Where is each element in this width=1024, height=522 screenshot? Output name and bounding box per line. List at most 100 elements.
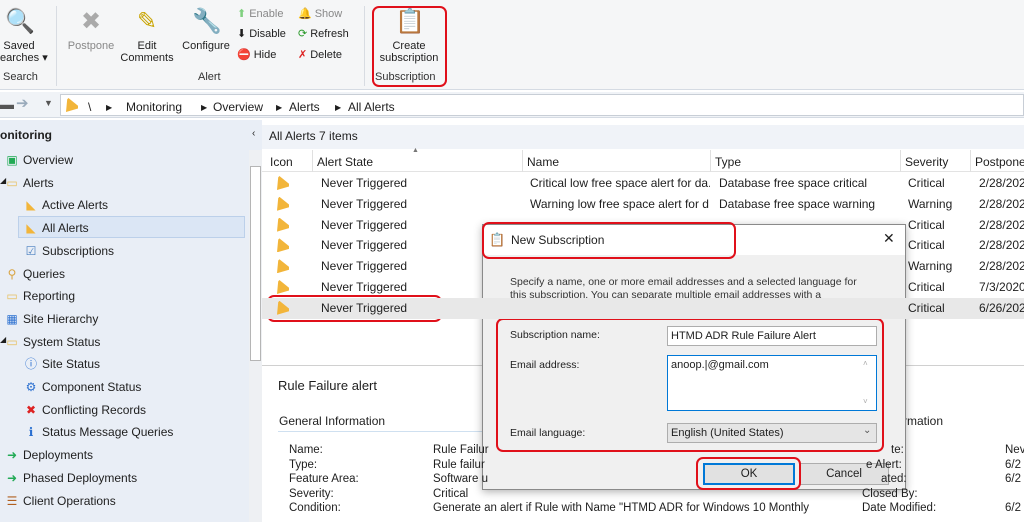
chevron-right-icon: ▶ — [201, 103, 208, 112]
sidebar-item-site-status[interactable]: ⓘ Site Status — [24, 357, 100, 371]
folder-icon: ▭ — [6, 334, 18, 349]
sidebar-item-label: Reporting — [23, 289, 76, 304]
hide-bell-icon: ⛔ — [237, 49, 251, 61]
sidebar-item-alerts[interactable]: ▭ Alerts — [5, 175, 54, 190]
sidebar-item-overview[interactable]: ▣ Overview — [5, 153, 73, 167]
cell-postpone: 2/28/202 — [979, 259, 1024, 274]
sidebar-item-system-status[interactable]: ▭ System Status — [5, 335, 100, 349]
hide-button[interactable]: ⛔ Hide — [237, 48, 276, 62]
enable-button[interactable]: ⬆ Enable — [237, 7, 283, 21]
sidebar-item-label: All Alerts — [42, 221, 89, 236]
column-header-type[interactable]: Type — [715, 155, 741, 169]
sidebar-item-all-alerts[interactable]: ◣ All Alerts — [24, 221, 89, 236]
column-divider[interactable] — [312, 150, 313, 172]
cell-name: Critical low free space alert for da... — [530, 176, 710, 190]
sidebar-item-label: Alerts — [23, 175, 54, 190]
refresh-button[interactable]: ⟳ Refresh — [298, 27, 349, 41]
cell-severity: Critical — [908, 176, 945, 190]
detail-label: Feature Area: — [289, 473, 359, 486]
sidebar-item-client-operations[interactable]: ☰ Client Operations — [5, 494, 116, 508]
cell-severity: Critical — [908, 280, 945, 294]
sidebar-item-status-message-queries[interactable]: ℹ Status Message Queries — [24, 425, 174, 440]
history-dropdown[interactable]: ▼ — [44, 98, 53, 108]
breadcrumb-item[interactable]: \ — [88, 100, 91, 114]
group-label-search: Search — [3, 71, 38, 83]
column-divider[interactable] — [710, 150, 711, 172]
x-icon: ✖ — [80, 8, 102, 35]
edit-comments-button[interactable]: ✎ Edit Comments — [118, 8, 176, 64]
cell-postpone: 2/28/202 — [979, 176, 1024, 190]
saved-searches-icon: 🔍 — [5, 8, 35, 35]
column-header-postpone[interactable]: Postpone — [975, 155, 1024, 169]
saved-searches-button[interactable]: 🔍 Saved earches ▾ — [0, 8, 48, 64]
bell-icon: ◣ — [26, 221, 36, 236]
sort-ascending-icon: ▲ — [412, 147, 419, 154]
forward-arrow-icon[interactable]: ➔ — [16, 94, 29, 112]
sidebar-item-phased-deployments[interactable]: ➜ Phased Deployments — [5, 471, 137, 485]
folder-icon: ▭ — [6, 175, 18, 190]
cell-severity: Warning — [908, 196, 953, 211]
delete-button[interactable]: ✗ Delete — [298, 48, 342, 62]
detail-value: Nev — [1005, 444, 1024, 456]
info-icon: ℹ — [28, 425, 34, 440]
sidebar-item-site-hierarchy[interactable]: ▦ Site Hierarchy — [5, 312, 98, 326]
sidebar-item-component-status[interactable]: ⚙ Component Status — [24, 380, 142, 394]
column-header-severity[interactable]: Severity — [905, 155, 948, 169]
refresh-icon: ⟳ — [298, 28, 308, 40]
sidebar-item-label: Conflicting Records — [42, 402, 147, 417]
breadcrumb-item[interactable]: Monitoring — [126, 100, 182, 114]
cell-alert-state: Never Triggered — [321, 280, 408, 294]
detail-value: Rule failur — [433, 458, 485, 471]
detail-label: ated: — [881, 473, 907, 486]
cell-alert-state: Never Triggered — [321, 238, 408, 253]
collapse-pane-button[interactable]: ‹ — [252, 128, 255, 139]
sidebar-item-label: Site Hierarchy — [23, 311, 99, 326]
detail-label: e Alert: — [866, 458, 902, 471]
list-header: All Alerts 7 items — [269, 129, 358, 143]
cell-severity: Critical — [908, 217, 945, 232]
detail-label: Closed By: — [862, 487, 918, 500]
chevron-right-icon: ▶ — [106, 103, 113, 112]
column-divider[interactable] — [522, 150, 523, 172]
postpone-button[interactable]: ✖ Postpone — [64, 8, 118, 52]
sidebar-scrollbar[interactable] — [249, 150, 262, 522]
sidebar-item-conflicting-records[interactable]: ✖ Conflicting Records — [24, 403, 146, 417]
bell-icon: 🔔 — [298, 8, 312, 20]
deployment-icon: ➜ — [6, 448, 18, 463]
sidebar-item-active-alerts[interactable]: ◣ Active Alerts — [24, 198, 108, 212]
divider — [56, 6, 57, 86]
divider — [364, 6, 365, 86]
cell-alert-state: Never Triggered — [321, 300, 408, 315]
sidebar-item-queries[interactable]: ⚲ Queries — [5, 267, 65, 281]
pencil-icon: ✎ — [136, 8, 158, 35]
chevron-right-icon: ▶ — [335, 103, 342, 112]
sidebar-item-label: Subscriptions — [42, 243, 115, 258]
sidebar-item-subscriptions[interactable]: ☑ Subscriptions — [24, 244, 114, 258]
configure-button[interactable]: 🔧 Configure — [178, 8, 234, 52]
bell-icon: ◣ — [26, 198, 36, 213]
detail-value: Critical — [433, 487, 469, 500]
sidebar-item-label: Active Alerts — [42, 198, 109, 213]
back-button[interactable]: ▬ — [0, 96, 14, 112]
column-header-name[interactable]: Name — [527, 155, 559, 169]
cell-alert-state: Never Triggered — [321, 217, 408, 232]
column-divider[interactable] — [970, 150, 971, 172]
breadcrumb-item[interactable]: All Alerts — [348, 100, 395, 114]
breadcrumb-item[interactable]: Overview — [213, 100, 263, 114]
column-divider[interactable] — [900, 150, 901, 172]
cell-postpone: 7/3/2020 — [979, 280, 1024, 294]
sidebar-item-reporting[interactable]: ▭ Reporting — [5, 289, 75, 303]
show-button[interactable]: 🔔 Show — [298, 7, 342, 21]
column-header-icon[interactable]: Icon — [270, 155, 293, 169]
detail-label: Type: — [289, 458, 318, 471]
site-status-icon: ⓘ — [24, 357, 37, 372]
column-header-alert-state[interactable]: Alert State — [317, 155, 373, 169]
cell-postpone: 2/28/202 — [979, 217, 1024, 232]
breadcrumb-item[interactable]: Alerts — [289, 100, 320, 114]
cell-type: Database free space warning — [719, 196, 876, 211]
cell-type: Database free space critical — [719, 176, 868, 190]
disable-button[interactable]: ⬇ Disable — [237, 27, 286, 41]
cell-severity: Critical — [908, 300, 945, 315]
sidebar-item-deployments[interactable]: ➜ Deployments — [5, 448, 93, 462]
conflict-icon: ✖ — [25, 402, 37, 417]
